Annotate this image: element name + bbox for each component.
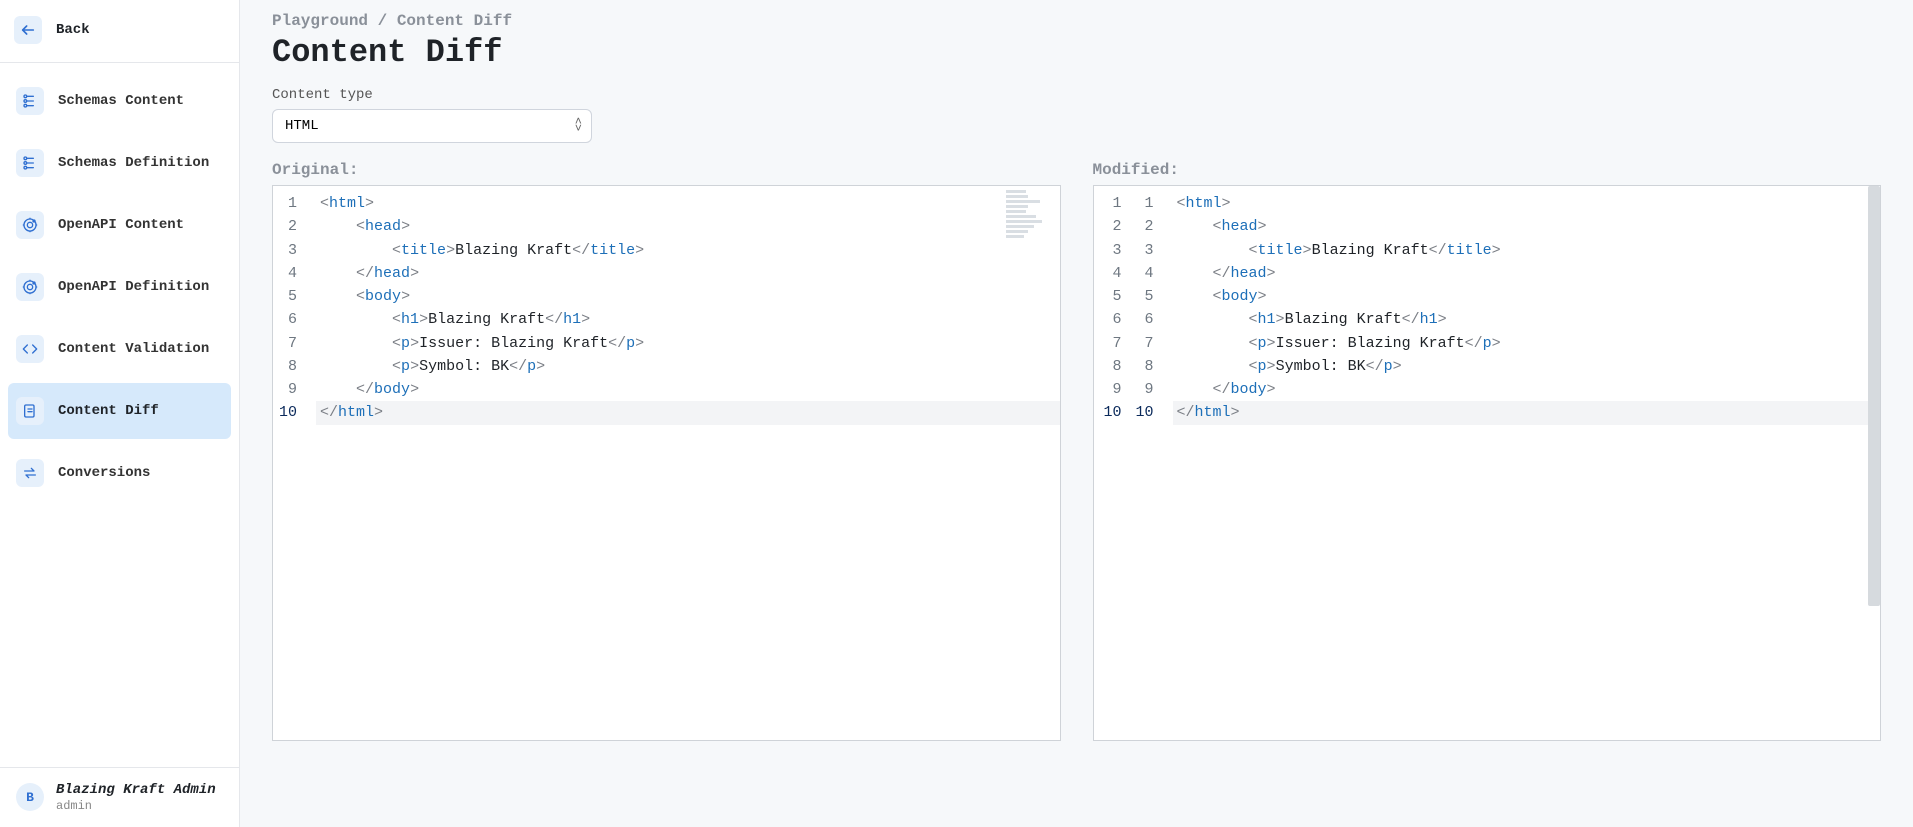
main-content: Playground / Content Diff Content Diff C…	[240, 0, 1913, 827]
content-type-label: Content type	[272, 87, 1881, 103]
code-line[interactable]: <head>	[1173, 215, 1881, 238]
back-button[interactable]: Back	[0, 0, 239, 63]
sidebar: Back Schemas Content Schemas Definition Op…	[0, 0, 240, 827]
sidebar-item-label: Schemas Content	[58, 93, 184, 109]
sidebar-item-label: OpenAPI Content	[58, 217, 184, 233]
sidebar-item-label: Schemas Definition	[58, 155, 209, 171]
avatar: B	[16, 783, 44, 811]
sidebar-item-content-validation[interactable]: Content Validation	[8, 321, 231, 377]
code-icon	[16, 335, 44, 363]
editor-scrollbar[interactable]	[1868, 186, 1880, 606]
code-line[interactable]: <html>	[316, 192, 1059, 215]
code-line[interactable]: <title>Blazing Kraft</title>	[1173, 239, 1881, 262]
code-line[interactable]: </head>	[1173, 262, 1881, 285]
content-type-select[interactable]: HTML	[272, 109, 592, 143]
page-title: Content Diff	[272, 34, 1881, 71]
code-line[interactable]: <head>	[316, 215, 1059, 238]
user-name: Blazing Kraft Admin	[56, 782, 216, 799]
sidebar-item-conversions[interactable]: Conversions	[8, 445, 231, 501]
diff-icon	[16, 397, 44, 425]
modified-gutter: 1122334455667788991010	[1094, 186, 1165, 740]
breadcrumb: Playground / Content Diff	[272, 12, 1881, 30]
original-pane-label: Original:	[272, 161, 1061, 179]
modified-pane-label: Modified:	[1093, 161, 1882, 179]
user-role: admin	[56, 799, 216, 813]
swap-icon	[16, 459, 44, 487]
tree-icon	[16, 149, 44, 177]
code-line[interactable]: </body>	[1173, 378, 1881, 401]
code-line[interactable]: <p>Issuer: Blazing Kraft</p>	[316, 332, 1059, 355]
code-line[interactable]: <body>	[316, 285, 1059, 308]
back-arrow-icon	[14, 16, 42, 44]
code-line[interactable]: <title>Blazing Kraft</title>	[316, 239, 1059, 262]
code-line[interactable]: <html>	[1173, 192, 1881, 215]
minimap[interactable]	[1006, 190, 1056, 250]
code-line[interactable]: </html>	[1173, 401, 1881, 424]
code-line[interactable]: </body>	[316, 378, 1059, 401]
user-info[interactable]: B Blazing Kraft Admin admin	[0, 767, 239, 827]
modified-code[interactable]: <html> <head> <title>Blazing Kraft</titl…	[1165, 186, 1881, 740]
sidebar-nav: Schemas Content Schemas Definition OpenAPI…	[0, 63, 239, 511]
sidebar-item-label: Content Validation	[58, 341, 209, 357]
target-icon	[16, 273, 44, 301]
code-line[interactable]: </head>	[316, 262, 1059, 285]
code-line[interactable]: <h1>Blazing Kraft</h1>	[1173, 308, 1881, 331]
sidebar-item-content-diff[interactable]: Content Diff	[8, 383, 231, 439]
code-line[interactable]: <h1>Blazing Kraft</h1>	[316, 308, 1059, 331]
original-gutter: 12345678910	[273, 186, 308, 740]
target-icon	[16, 211, 44, 239]
code-line[interactable]: <p>Symbol: BK</p>	[316, 355, 1059, 378]
sidebar-item-openapi-definition[interactable]: OpenAPI Definition	[8, 259, 231, 315]
code-line[interactable]: </html>	[316, 401, 1059, 424]
sidebar-item-schemas-content[interactable]: Schemas Content	[8, 73, 231, 129]
sidebar-item-schemas-definition[interactable]: Schemas Definition	[8, 135, 231, 191]
sidebar-item-label: Content Diff	[58, 403, 159, 419]
code-line[interactable]: <p>Symbol: BK</p>	[1173, 355, 1881, 378]
original-editor[interactable]: 12345678910 <html> <head> <title>Blazing…	[272, 185, 1061, 741]
sidebar-item-label: Conversions	[58, 465, 150, 481]
original-code[interactable]: <html> <head> <title>Blazing Kraft</titl…	[308, 186, 1059, 740]
back-label: Back	[56, 22, 90, 38]
tree-icon	[16, 87, 44, 115]
modified-editor[interactable]: 1122334455667788991010 <html> <head> <ti…	[1093, 185, 1882, 741]
code-line[interactable]: <p>Issuer: Blazing Kraft</p>	[1173, 332, 1881, 355]
sidebar-item-openapi-content[interactable]: OpenAPI Content	[8, 197, 231, 253]
code-line[interactable]: <body>	[1173, 285, 1881, 308]
sidebar-item-label: OpenAPI Definition	[58, 279, 209, 295]
